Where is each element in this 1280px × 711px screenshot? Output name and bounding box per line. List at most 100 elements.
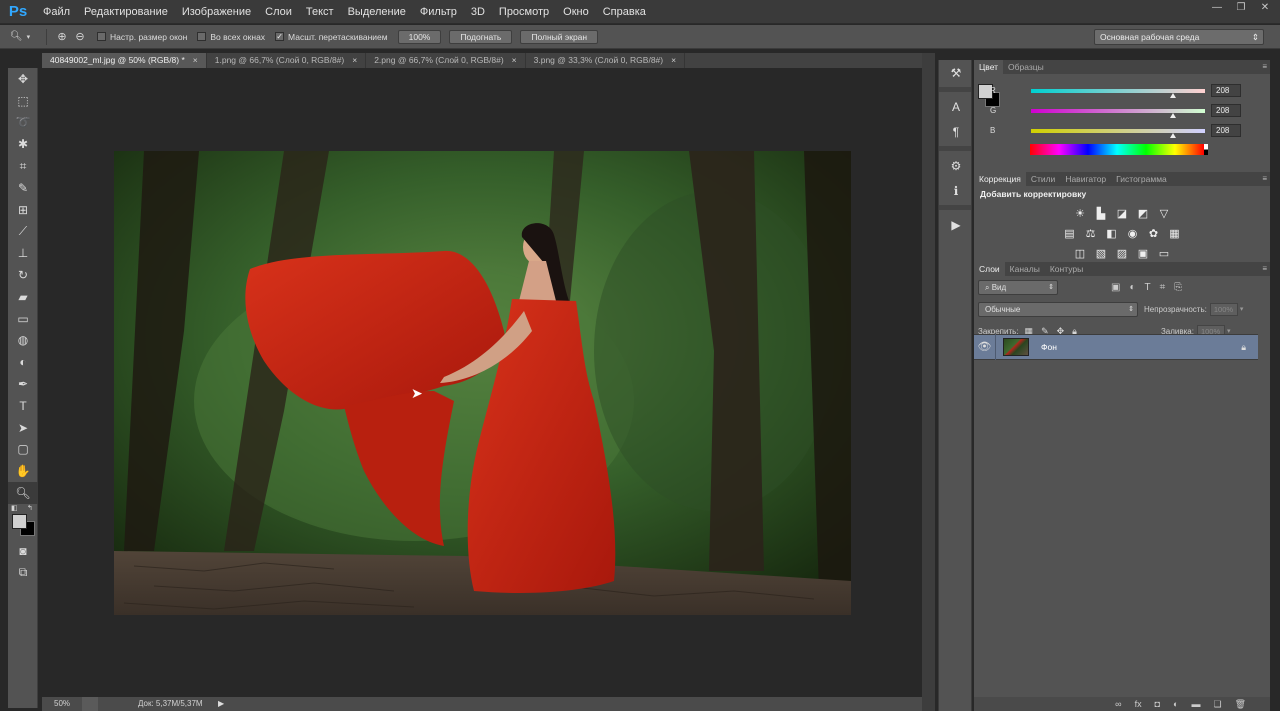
adjustment-filter-icon[interactable]: ◐ — [1129, 282, 1135, 293]
exposure-icon[interactable]: ◩ — [1136, 207, 1151, 222]
menu-edit[interactable]: Редактирование — [77, 0, 175, 24]
color-lookup-icon[interactable]: ▦ — [1167, 227, 1182, 242]
tool-preset-picker[interactable]: 🔍︎ ▾ — [0, 31, 40, 42]
menu-type[interactable]: Текст — [299, 0, 341, 24]
screen-mode-icon[interactable]: ⧉ — [8, 562, 38, 584]
menu-help[interactable]: Справка — [596, 0, 653, 24]
red-slider[interactable] — [1031, 88, 1205, 98]
close-icon[interactable]: × — [512, 53, 517, 68]
blur-tool-icon[interactable]: ◍ — [8, 330, 38, 352]
channel-mixer-icon[interactable]: ✿ — [1146, 227, 1161, 242]
trash-icon[interactable]: 🗑︎ — [1235, 697, 1246, 711]
quick-mask-icon[interactable]: ◙ — [8, 540, 38, 562]
brush-tool-icon[interactable]: ⟋ — [8, 221, 38, 243]
tab-layers[interactable]: Слои — [974, 262, 1005, 276]
menu-window[interactable]: Окно — [556, 0, 596, 24]
doc-tab[interactable]: 3.png @ 33,3% (Слой 0, RGB/8#) × — [526, 53, 686, 68]
invert-icon[interactable]: ◫ — [1073, 247, 1088, 262]
posterize-icon[interactable]: ▧ — [1094, 247, 1109, 262]
clone-stamp-tool-icon[interactable]: ⊥ — [8, 242, 38, 264]
new-layer-icon[interactable]: ❏ — [1213, 697, 1221, 711]
green-value[interactable]: 208 — [1211, 104, 1241, 117]
menu-image[interactable]: Изображение — [175, 0, 258, 24]
tab-adjustments[interactable]: Коррекция — [974, 172, 1026, 186]
eyedropper-tool-icon[interactable]: ✎ — [8, 177, 38, 199]
actions-panel-icon[interactable]: ▶ — [939, 212, 973, 237]
link-layers-icon[interactable]: ∞ — [1115, 697, 1121, 711]
menu-select[interactable]: Выделение — [341, 0, 413, 24]
status-info-icon[interactable] — [82, 697, 98, 711]
gradient-tool-icon[interactable]: ▭ — [8, 308, 38, 330]
swap-colors-icon[interactable]: ↰ — [27, 504, 33, 512]
healing-brush-tool-icon[interactable]: ⊞ — [8, 199, 38, 221]
percent-100-button[interactable]: 100% — [397, 29, 442, 44]
pixel-filter-icon[interactable]: ▣ — [1111, 282, 1120, 293]
marquee-tool-icon[interactable]: ⬚ — [8, 90, 38, 112]
tool-presets-icon[interactable]: ⚒ — [939, 60, 973, 85]
color-balance-icon[interactable]: ⚖ — [1083, 227, 1098, 242]
shape-filter-icon[interactable]: ⌗ — [1160, 282, 1166, 293]
tab-swatches[interactable]: Образцы — [1003, 60, 1049, 74]
color-spectrum-ramp[interactable] — [1030, 144, 1208, 155]
zoom-tool-icon[interactable]: 🔍︎ — [8, 482, 38, 504]
menu-3d[interactable]: 3D — [464, 0, 492, 24]
doc-tab[interactable]: 2.png @ 66,7% (Слой 0, RGB/8#) × — [366, 53, 526, 68]
vibrance-icon[interactable]: ▽ — [1157, 207, 1172, 222]
red-value[interactable]: 208 — [1211, 84, 1241, 97]
foreground-color-swatch[interactable] — [12, 513, 27, 529]
color-swatches[interactable]: ◧ ↰ — [8, 504, 37, 540]
panel-menu-icon[interactable]: ≡ — [1262, 60, 1267, 74]
move-tool-icon[interactable]: ✥ — [8, 68, 38, 90]
layer-name[interactable]: Фон — [1041, 342, 1057, 352]
hand-tool-icon[interactable]: ✋ — [8, 460, 38, 482]
doc-tab[interactable]: 40849002_ml.jpg @ 50% (RGB/8) * × — [42, 53, 207, 68]
selective-color-icon[interactable]: ▣ — [1136, 247, 1151, 262]
tab-navigator[interactable]: Навигатор — [1060, 172, 1111, 186]
menu-file[interactable]: Файл — [36, 0, 77, 24]
character-panel-icon[interactable]: A — [939, 94, 973, 119]
lock-icon[interactable]: 🔒︎ — [1241, 342, 1246, 353]
panel-menu-icon[interactable]: ≡ — [1262, 262, 1267, 276]
layer-row-background[interactable]: 👁︎ Фон 🔒︎ — [974, 334, 1258, 360]
close-icon[interactable]: ✕ — [1254, 0, 1276, 16]
vertical-scrollbar[interactable] — [922, 53, 935, 711]
tab-styles[interactable]: Стили — [1026, 172, 1061, 186]
paragraph-panel-icon[interactable]: ¶ — [939, 119, 973, 144]
restore-icon[interactable]: ❐ — [1230, 0, 1252, 16]
layer-filter-select[interactable]: ⌕ Вид ⇕ — [978, 279, 1058, 295]
image-canvas[interactable]: ➤ — [114, 151, 851, 615]
type-filter-icon[interactable]: T — [1145, 282, 1151, 293]
menu-layers[interactable]: Слои — [258, 0, 299, 24]
quick-select-tool-icon[interactable]: ✱ — [8, 133, 38, 155]
levels-icon[interactable]: ▙ — [1094, 207, 1109, 222]
path-select-tool-icon[interactable]: ➤ — [8, 417, 38, 439]
chevron-down-icon[interactable]: ▾ — [1240, 305, 1244, 313]
minimize-icon[interactable]: — — [1206, 0, 1228, 16]
history-brush-tool-icon[interactable]: ↻ — [8, 264, 38, 286]
hue-saturation-icon[interactable]: ▤ — [1062, 227, 1077, 242]
zoom-out-icon[interactable]: ⊖ — [71, 30, 89, 43]
close-icon[interactable]: × — [193, 53, 198, 68]
menu-filter[interactable]: Фильтр — [413, 0, 464, 24]
default-colors-icon[interactable]: ◧ — [11, 504, 18, 512]
panel-menu-icon[interactable]: ≡ — [1262, 172, 1267, 186]
status-menu-arrow-icon[interactable]: ▶ — [218, 697, 224, 711]
tab-histogram[interactable]: Гистограмма — [1111, 172, 1172, 186]
slider-thumb[interactable] — [1170, 92, 1176, 98]
close-icon[interactable]: × — [671, 53, 676, 68]
shape-tool-icon[interactable]: ▢ — [8, 439, 38, 461]
all-windows-checkbox[interactable]: Во всех окнах — [197, 32, 265, 42]
slider-thumb[interactable] — [1170, 112, 1176, 118]
brightness-contrast-icon[interactable]: ☀ — [1073, 207, 1088, 222]
smart-filter-icon[interactable]: ⎘ — [1174, 282, 1182, 293]
doc-tab[interactable]: 1.png @ 66,7% (Слой 0, RGB/8#) × — [207, 53, 367, 68]
fit-screen-button[interactable]: Подогнать — [449, 29, 513, 44]
new-group-icon[interactable]: ▬ — [1191, 697, 1200, 711]
resize-windows-checkbox[interactable]: Настр. размер окон — [97, 32, 187, 42]
blend-mode-select[interactable]: Обычные ⇕ — [978, 301, 1138, 317]
eye-icon[interactable]: 👁︎ — [974, 334, 996, 360]
opacity-field[interactable]: 100% — [1209, 302, 1238, 316]
slider-thumb[interactable] — [1170, 132, 1176, 138]
close-icon[interactable]: × — [352, 53, 357, 68]
fx-icon[interactable]: fx — [1135, 697, 1142, 711]
